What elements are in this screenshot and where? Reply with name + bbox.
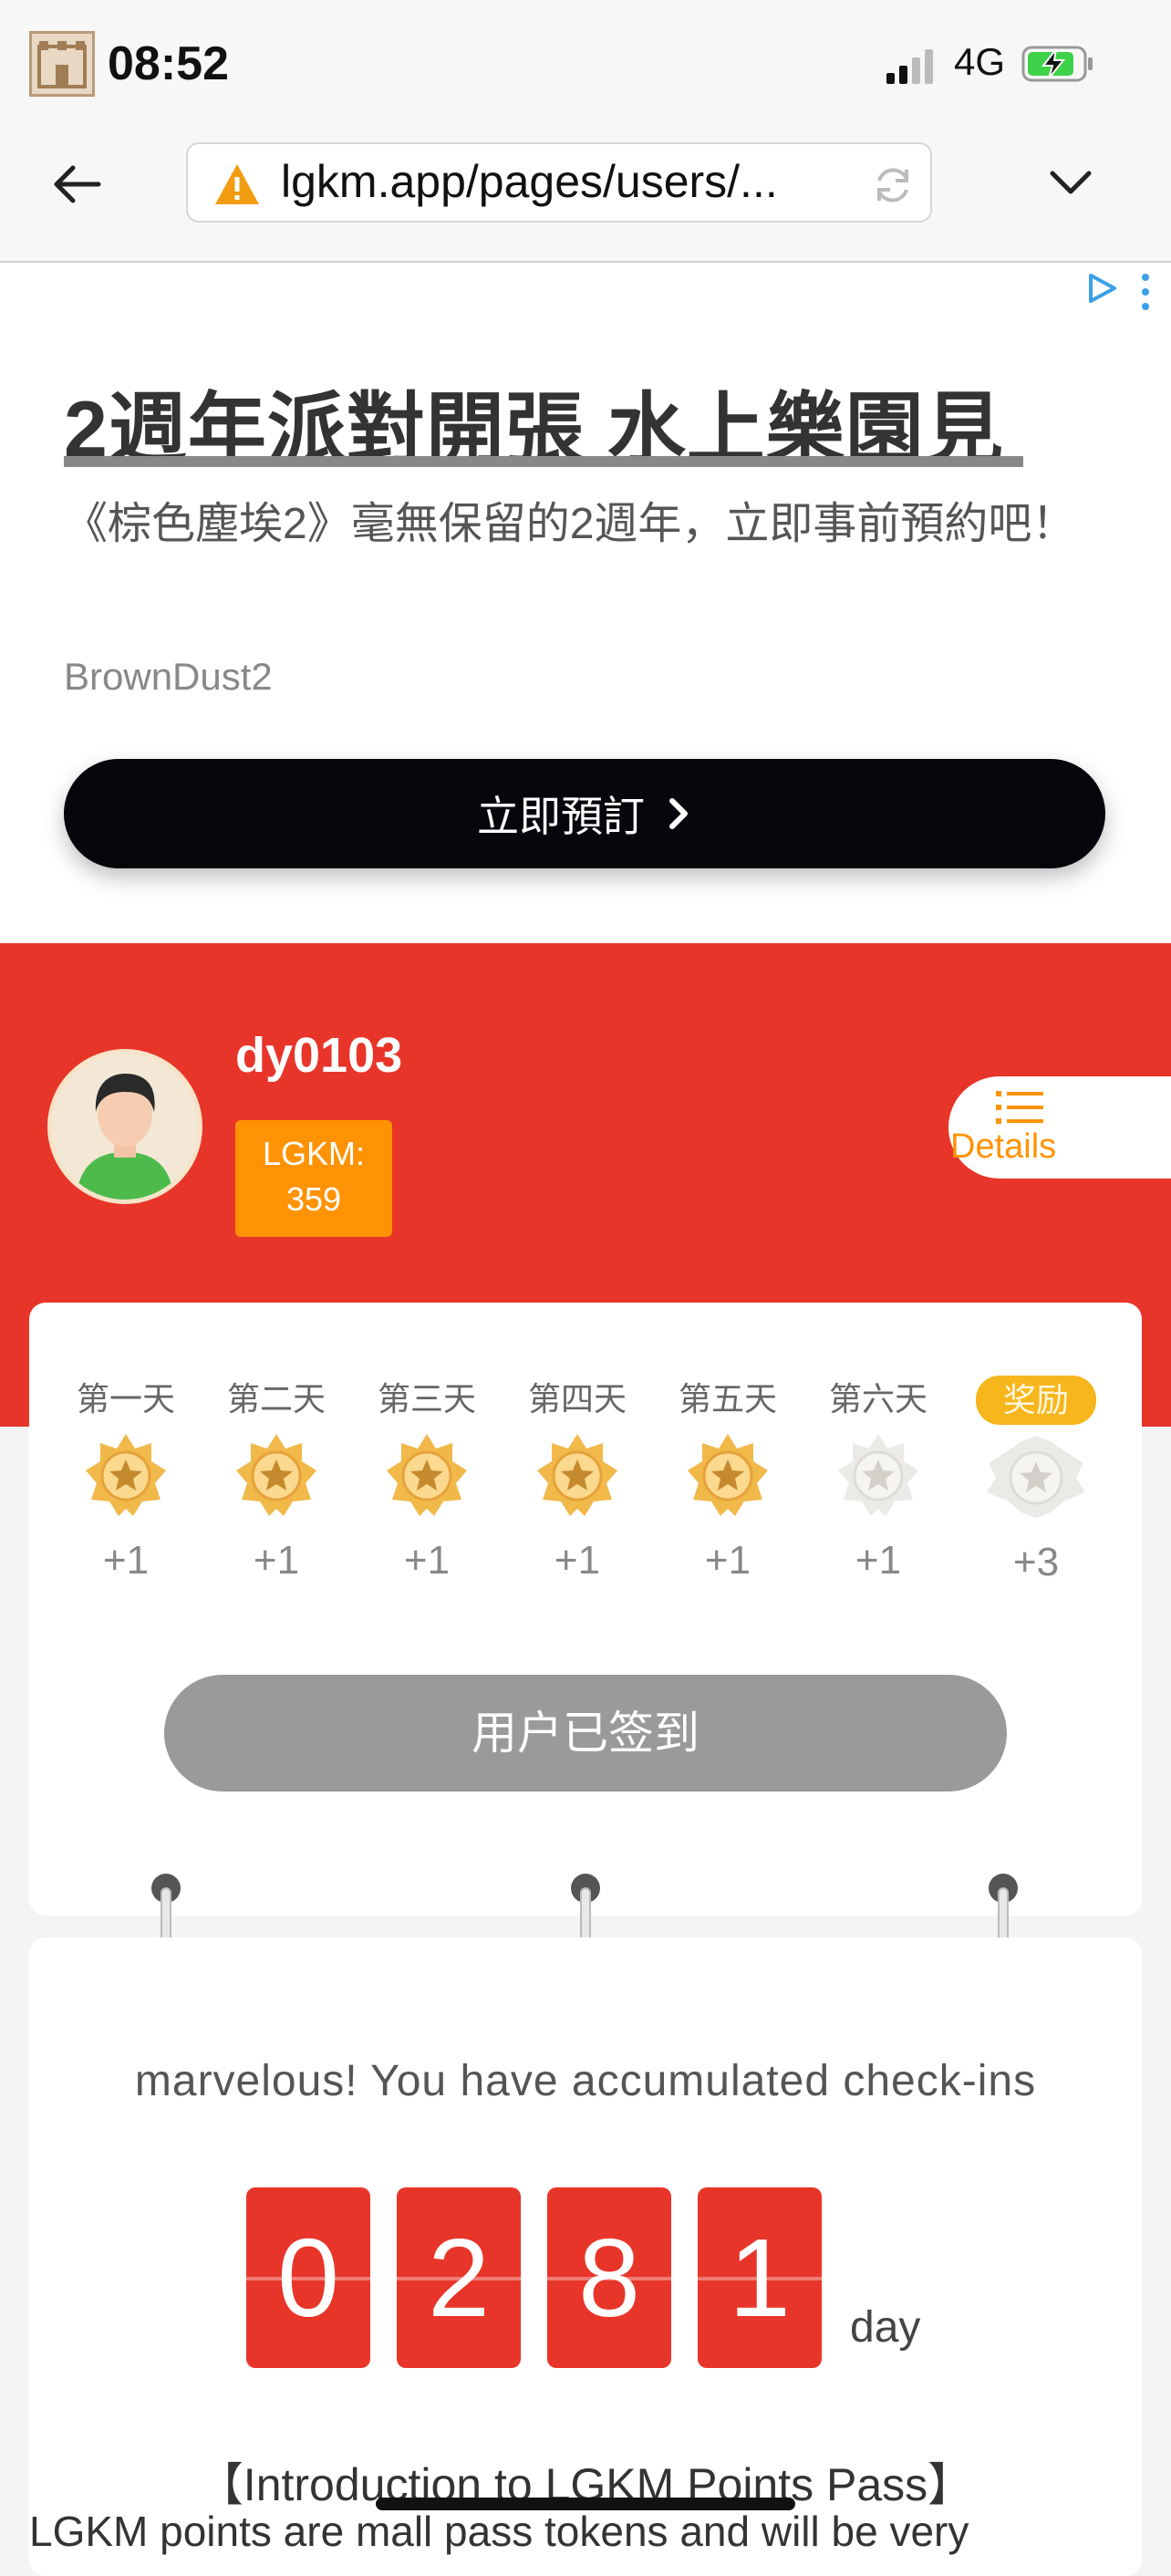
accumulated-message: marvelous! You have accumulated check-in… [134,2057,1037,2105]
ad-banner[interactable]: 2週年派對開張 水上樂園見 《棕色塵埃2》毫無保留的2週年，立即事前預約吧！ B… [0,263,1171,943]
gold-star-badge-icon [688,1434,768,1516]
headline-underline [64,456,1023,467]
chevron-right-icon [669,798,688,829]
address-bar[interactable]: lgkm.app/pages/users/... [186,142,932,223]
browser-toolbar: lgkm.app/pages/users/... [0,128,1171,263]
reward-label: 奖励 [975,1376,1096,1425]
day-4: 第四天 +1 [504,1376,650,1584]
reload-icon[interactable] [870,162,916,208]
day-label: 第四天 [527,1380,627,1418]
warning-icon [215,164,259,204]
day-3: 第三天 +1 [354,1376,500,1584]
status-bar: 08:52 4G [0,0,1171,128]
counter-digit: 0 [246,2187,370,2368]
clock: 08:52 [108,37,229,90]
adchoices-icon[interactable] [1083,270,1120,306]
list-icon [996,1091,1043,1124]
gray-star-badge-icon [838,1434,918,1516]
gold-star-badge-icon [236,1434,316,1516]
signed-in-button[interactable]: 用户已签到 [164,1675,1007,1792]
day-2: 第二天 +1 [203,1376,349,1584]
app-castle-icon [29,31,95,97]
counter-digit: 8 [547,2187,671,2368]
gray-reward-badge-icon [987,1436,1085,1518]
intro-text: LGKM points are mall pass tokens and wil… [29,2508,969,2555]
battery-charging-icon [1021,46,1093,82]
day-label: 第三天 [377,1380,476,1418]
ad-brand: BrownDust2 [64,655,273,698]
checkin-card: 第一天 +1 第二天 +1 第三天 +1 第四天 +1 第五天 +1 第六天 +… [29,1303,1142,1916]
day-points: +1 [554,1538,601,1583]
day-points: +1 [102,1538,150,1583]
ad-cta-button[interactable]: 立即預訂 [64,759,1105,868]
signal-icon [886,49,933,84]
points-badge: LGKM: 359 [235,1120,392,1237]
url-text: lgkm.app/pages/users/... [281,156,778,207]
gold-star-badge-icon [86,1434,166,1516]
day-label: 第一天 [76,1380,175,1418]
day-reward: 奖励 +3 [963,1376,1109,1585]
day-6: 第六天 +1 [805,1376,951,1584]
day-1: 第一天 +1 [53,1376,199,1584]
day-label: 第二天 [226,1380,326,1418]
day-5: 第五天 +1 [655,1376,801,1584]
more-vertical-icon[interactable] [1136,272,1155,312]
day-points: +3 [1012,1540,1060,1584]
day-label: 第五天 [678,1380,777,1418]
points-value: 359 [285,1180,342,1218]
day-unit: day [850,2303,921,2352]
chevron-down-icon[interactable] [1043,155,1098,210]
ad-description: 《棕色塵埃2》毫無保留的2週年，立即事前預約吧！ [64,500,1076,548]
day-points: +1 [403,1538,451,1583]
day-label: 第六天 [828,1380,927,1418]
back-arrow-icon[interactable] [47,155,106,213]
home-indicator[interactable] [376,2498,795,2510]
details-button[interactable]: Details [948,1076,1171,1179]
network-type: 4G [954,40,1006,83]
ad-cta-label: 立即預訂 [477,793,645,840]
day-points: +1 [704,1538,751,1583]
gold-star-badge-icon [387,1434,467,1516]
points-label: LGKM: [262,1135,366,1172]
counter-digit: 2 [397,2187,521,2368]
avatar[interactable] [47,1049,202,1204]
day-points: +1 [855,1538,902,1583]
day-points: +1 [253,1538,300,1583]
gold-star-badge-icon [537,1434,617,1516]
username: dy0103 [235,1028,403,1083]
details-label: Details [950,1127,1057,1166]
counter-digit: 1 [698,2187,822,2368]
